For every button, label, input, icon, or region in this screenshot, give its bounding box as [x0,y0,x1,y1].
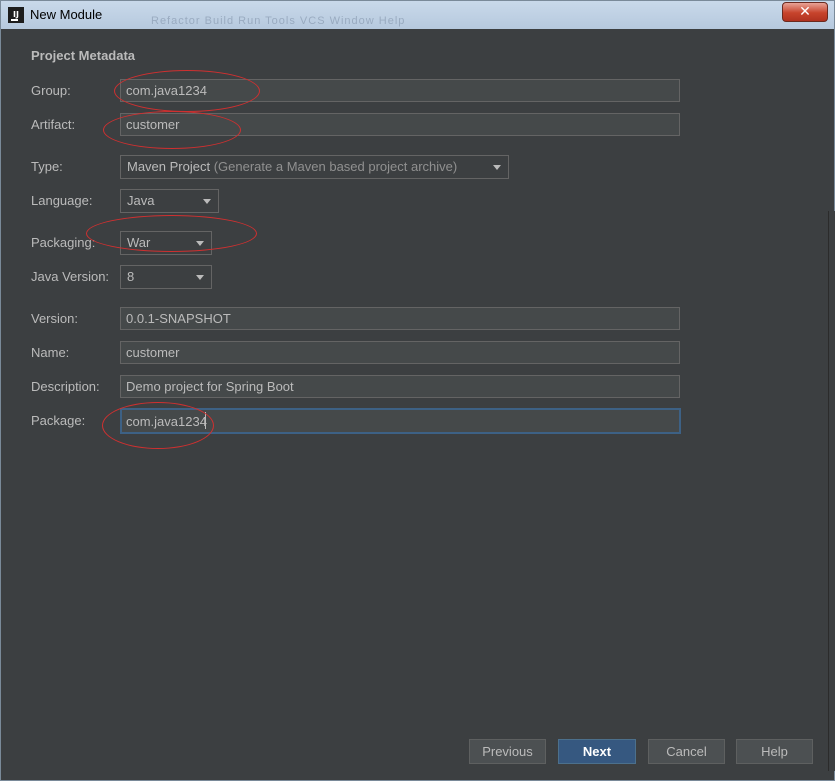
chevron-down-icon [203,199,211,204]
packaging-label: Packaging: [31,235,96,250]
java-version-dropdown[interactable]: 8 [120,265,212,289]
title-bar[interactable]: IJ New Module Refactor Build Run Tools V… [1,1,834,29]
description-label: Description: [31,379,100,394]
language-dropdown[interactable]: Java [120,189,219,213]
chevron-down-icon [493,165,501,170]
description-input[interactable] [120,375,680,398]
help-label: Help [761,744,788,759]
annotation-ellipse-artifact [103,111,241,149]
intellij-app-icon: IJ [8,7,24,23]
previous-label: Previous [482,744,533,759]
annotation-ellipse-packaging [86,215,257,252]
type-dropdown[interactable]: Maven Project (Generate a Maven based pr… [120,155,509,179]
version-label: Version: [31,311,78,326]
name-input[interactable] [120,341,680,364]
background-menu-bar: Refactor Build Run Tools VCS Window Help [151,15,406,27]
type-label: Type: [31,159,63,174]
java-version-value: 8 [127,269,135,284]
section-title: Project Metadata [31,48,136,63]
type-hint: (Generate a Maven based project archive) [213,159,458,174]
window-title: New Module [30,7,103,22]
close-button[interactable]: ✕ [782,2,828,22]
java-version-label: Java Version: [31,269,110,284]
next-label: Next [582,744,612,759]
type-value: Maven Project [127,159,211,174]
language-value: Java [127,193,155,208]
cancel-label: Cancel [666,744,707,759]
group-label: Group: [31,83,71,98]
package-label: Package: [31,413,86,428]
artifact-label: Artifact: [31,117,76,132]
new-module-dialog: IJ New Module Refactor Build Run Tools V… [0,0,835,781]
cancel-button[interactable]: Cancel [648,739,725,764]
chevron-down-icon [196,275,204,280]
window-edge [828,211,835,771]
language-label: Language: [31,193,93,208]
version-input[interactable] [120,307,680,330]
annotation-ellipse-group [114,70,260,112]
next-button[interactable]: Next [558,739,636,764]
help-button[interactable]: Help [736,739,813,764]
previous-button[interactable]: Previous [469,739,546,764]
close-icon: ✕ [799,4,811,20]
name-label: Name: [31,345,70,360]
annotation-ellipse-package [102,402,214,449]
